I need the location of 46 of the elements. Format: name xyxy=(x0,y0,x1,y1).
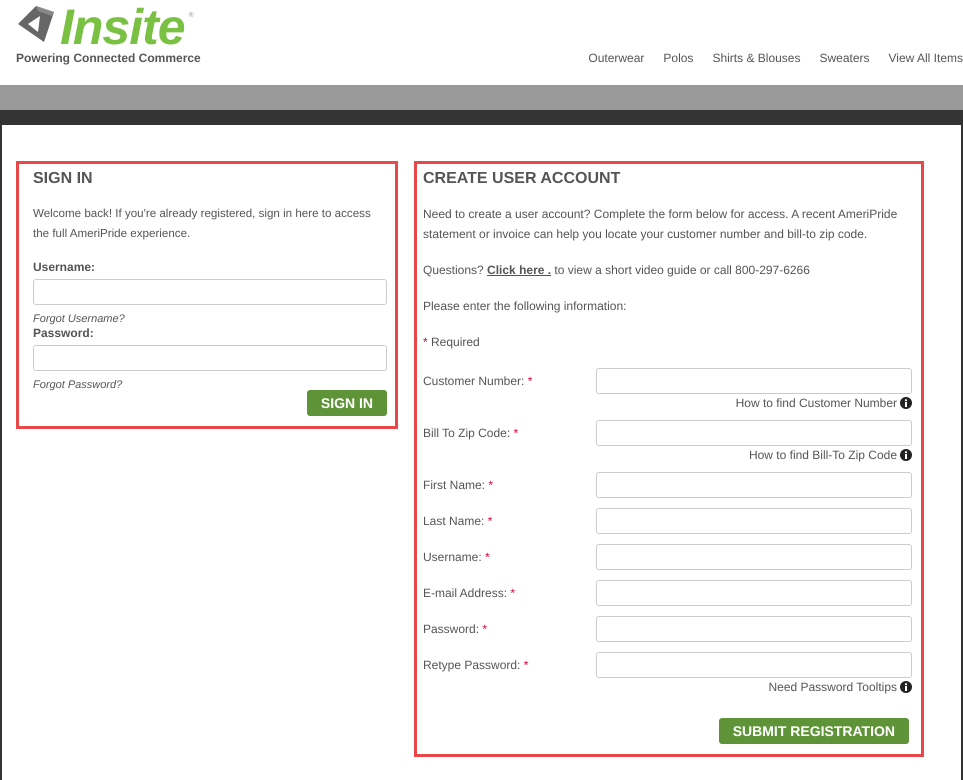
input-field[interactable] xyxy=(596,420,912,446)
nav-link[interactable]: View All Items xyxy=(878,51,963,65)
input-field[interactable] xyxy=(596,616,912,642)
info-icon[interactable] xyxy=(900,397,912,409)
help-link[interactable]: Need Password Tooltips xyxy=(768,680,897,694)
required-note: * Required xyxy=(423,334,481,351)
forgot-link[interactable]: Forgot Username? xyxy=(33,313,387,325)
info-icon[interactable] xyxy=(900,449,912,461)
questions-text: Questions? Click here . to view a short video guide or call 800-297-6266 xyxy=(423,262,811,279)
input-field[interactable] xyxy=(596,580,912,606)
field-label: Password: * xyxy=(423,622,488,636)
nav-link[interactable]: Shirts & Blouses xyxy=(702,51,810,65)
input-field[interactable] xyxy=(596,508,912,534)
forgot-link[interactable]: Forgot Password? xyxy=(33,379,387,391)
input-field[interactable] xyxy=(33,345,387,371)
sign-in-button[interactable]: SIGN IN xyxy=(306,390,387,416)
click-here-link[interactable]: Click here . xyxy=(487,263,552,277)
field-label: E-mail Address: * xyxy=(423,586,516,600)
input-field[interactable] xyxy=(596,652,912,678)
field-label: Customer Number: * xyxy=(423,374,534,388)
logo-tagline: Powering Connected Commerce xyxy=(16,51,201,65)
info-icon[interactable] xyxy=(900,681,912,693)
nav-link[interactable]: Polos xyxy=(653,51,702,65)
submit-registration-button[interactable]: SUBMIT REGISTRATION xyxy=(718,718,909,744)
input-field[interactable] xyxy=(596,368,912,394)
field-label: Username: xyxy=(33,260,96,274)
help-link[interactable]: How to find Customer Number xyxy=(736,396,897,410)
nav-link[interactable]: Outerwear xyxy=(578,51,654,65)
instruction-text: Please enter the following information: xyxy=(423,298,628,315)
section-title: SIGN IN xyxy=(33,169,94,189)
intro-text: Need to create a user account? Complete the form below for access. A recent AmeriPride statement or invoice can help you locate your customer number and bill-to zip code. xyxy=(423,206,898,243)
input-field[interactable] xyxy=(33,279,387,305)
field-label: Username: * xyxy=(423,550,491,564)
logo-wordmark: Insite xyxy=(60,4,185,50)
logo-icon xyxy=(16,4,56,44)
section-title: CREATE USER ACCOUNT xyxy=(423,169,622,189)
input-field[interactable] xyxy=(596,472,912,498)
field-label: Bill To Zip Code: * xyxy=(423,426,520,440)
help-link[interactable]: How to find Bill-To Zip Code xyxy=(748,448,897,462)
field-label: Password: xyxy=(33,326,95,340)
field-label: Retype Password: * xyxy=(423,658,530,672)
input-field[interactable] xyxy=(596,544,912,570)
field-label: First Name: * xyxy=(423,478,494,492)
field-label: Last Name: * xyxy=(423,514,494,528)
intro-text: Welcome back! If you're already registered, sign in here to access the full AmeriPride experience. xyxy=(33,206,372,242)
nav-link[interactable]: Sweaters xyxy=(809,51,879,65)
